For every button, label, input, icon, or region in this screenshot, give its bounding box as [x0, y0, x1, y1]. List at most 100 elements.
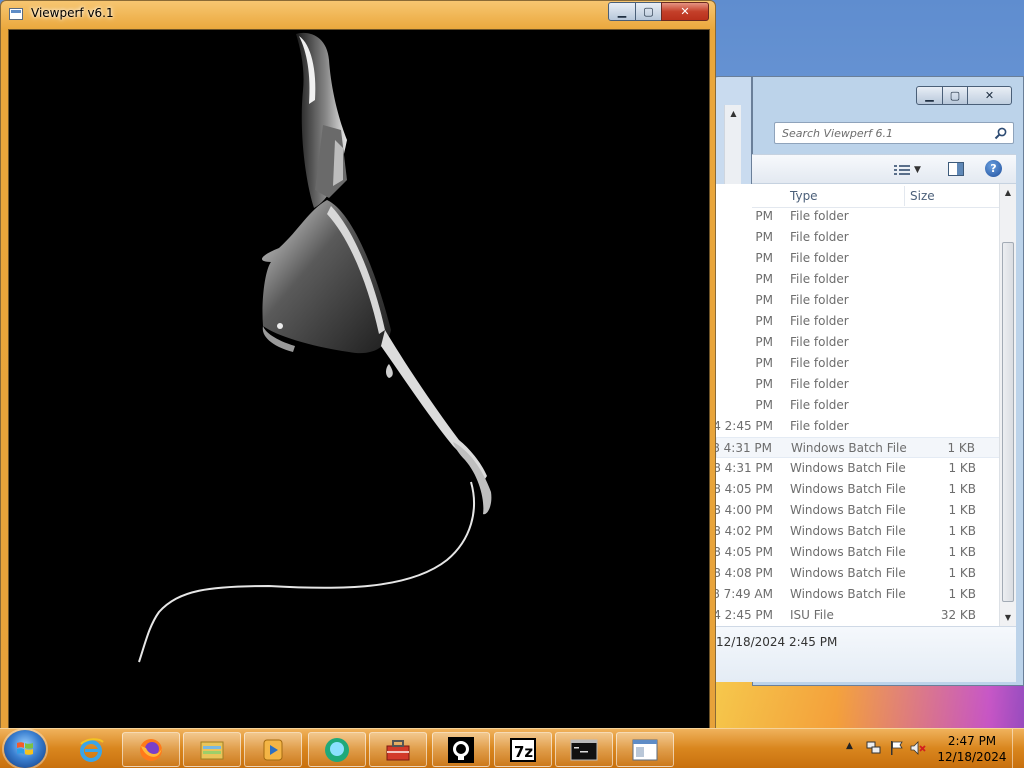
- file-size: 1 KB: [948, 482, 976, 496]
- toolbox-icon: [386, 739, 410, 760]
- maximize-button[interactable]: ▢: [635, 2, 662, 21]
- file-size: 1 KB: [948, 587, 976, 601]
- minimize-button[interactable]: ▁: [608, 2, 636, 21]
- viewperf-window: Viewperf v6.1 ▁ ▢ ✕: [0, 0, 716, 732]
- taskbar-github[interactable]: [432, 732, 490, 767]
- app-window-icon[interactable]: [9, 8, 23, 20]
- window-title: Viewperf v6.1: [31, 6, 114, 20]
- show-desktop-button[interactable]: [1012, 729, 1024, 768]
- list-item[interactable]: 98 4:05 PM Windows Batch File 1 KB: [706, 479, 1000, 500]
- list-item[interactable]: PM File folder: [716, 206, 1000, 227]
- preview-pane-icon[interactable]: [948, 162, 964, 176]
- file-type: ISU File: [790, 608, 834, 622]
- list-item[interactable]: 98 4:05 PM Windows Batch File 1 KB: [706, 542, 1000, 563]
- taskbar-messenger[interactable]: [308, 732, 366, 767]
- list-item[interactable]: PM File folder: [716, 353, 1000, 374]
- list-item[interactable]: 98 4:31 PM Windows Batch File 1 KB: [705, 437, 1000, 458]
- folder-icon: [200, 741, 224, 759]
- command-prompt-icon: [570, 739, 598, 760]
- viewperf-titlebar[interactable]: Viewperf v6.1 ▁ ▢ ✕: [1, 1, 715, 27]
- file-size: 1 KB: [948, 566, 976, 580]
- column-separator[interactable]: [904, 186, 905, 206]
- file-date: PM: [755, 230, 773, 244]
- taskbar-windows-explorer[interactable]: [183, 732, 241, 767]
- opengl-viewport[interactable]: [8, 29, 710, 729]
- taskbar-internet-explorer[interactable]: [62, 732, 120, 767]
- file-type: File folder: [790, 356, 849, 370]
- list-item[interactable]: PM File folder: [716, 227, 1000, 248]
- column-header-row: Type Size: [752, 184, 1000, 208]
- list-item[interactable]: 98 4:00 PM Windows Batch File 1 KB: [706, 500, 1000, 521]
- taskbar-firefox[interactable]: [122, 732, 180, 767]
- explorer-maximize-button[interactable]: ▢: [942, 86, 968, 105]
- list-item[interactable]: 98 4:02 PM Windows Batch File 1 KB: [706, 521, 1000, 542]
- column-header-size[interactable]: Size: [910, 189, 935, 203]
- explorer-minimize-button[interactable]: ▁: [916, 86, 943, 105]
- list-item[interactable]: 98 4:08 PM Windows Batch File 1 KB: [706, 563, 1000, 584]
- taskbar-toolbox[interactable]: [369, 732, 427, 767]
- internet-explorer-icon: [80, 737, 104, 762]
- windows-logo-icon: [17, 742, 33, 755]
- details-view-icon: [894, 165, 910, 175]
- viewperf-window-icon: [632, 739, 658, 760]
- change-view-button[interactable]: ▼: [894, 162, 928, 178]
- list-item[interactable]: 98 7:49 AM Windows Batch File 1 KB: [705, 584, 1000, 605]
- file-type: File folder: [790, 398, 849, 412]
- show-hidden-icons-icon[interactable]: ▲: [846, 741, 853, 751]
- file-size: 32 KB: [940, 608, 976, 622]
- file-list: PM File folder PM File folder PM File folder P…: [705, 206, 1000, 626]
- taskbar: 7z ▲ 2:47 PM 12/18/2024: [0, 728, 1024, 768]
- close-button[interactable]: ✕: [661, 2, 709, 21]
- file-type: Windows Batch File: [790, 503, 906, 517]
- file-date: PM: [755, 356, 773, 370]
- list-item[interactable]: PM File folder: [716, 311, 1000, 332]
- file-date: PM: [755, 251, 773, 265]
- action-center-flag-icon[interactable]: [888, 740, 904, 756]
- scroll-up-arrow-icon[interactable]: ▲: [1000, 184, 1016, 201]
- column-header-type[interactable]: Type: [790, 189, 818, 203]
- list-item[interactable]: 24 2:45 PM ISU File 32 KB: [706, 605, 1000, 626]
- file-type: File folder: [790, 230, 849, 244]
- file-type: File folder: [790, 272, 849, 286]
- file-date: PM: [755, 209, 773, 223]
- list-item[interactable]: 24 2:45 PM File folder: [706, 416, 1000, 437]
- start-button[interactable]: [4, 730, 46, 768]
- list-item[interactable]: PM File folder: [716, 332, 1000, 353]
- scrollbar-thumb[interactable]: [1002, 242, 1014, 602]
- taskbar-viewperf[interactable]: [616, 732, 674, 767]
- search-icon[interactable]: [994, 127, 1007, 140]
- file-type: Windows Batch File: [790, 461, 906, 475]
- file-type: Windows Batch File: [790, 524, 906, 538]
- file-list-scrollbar[interactable]: ▲ ▼: [999, 184, 1016, 626]
- svg-text:7z: 7z: [514, 743, 533, 761]
- taskbar-command-prompt[interactable]: [555, 732, 613, 767]
- explorer-close-button[interactable]: ✕: [967, 86, 1012, 105]
- search-input[interactable]: Search Viewperf 6.1: [774, 122, 1014, 144]
- list-item[interactable]: PM File folder: [716, 269, 1000, 290]
- file-type: Windows Batch File: [790, 566, 906, 580]
- list-item[interactable]: PM File folder: [716, 248, 1000, 269]
- scroll-up-arrow-icon[interactable]: ▲: [725, 105, 742, 122]
- help-icon[interactable]: ?: [985, 160, 1002, 177]
- file-type: Windows Batch File: [790, 545, 906, 559]
- github-icon: [448, 736, 474, 763]
- volume-muted-icon[interactable]: [910, 740, 926, 756]
- file-type: File folder: [790, 293, 849, 307]
- scroll-down-arrow-icon[interactable]: ▼: [1000, 609, 1016, 626]
- file-date: PM: [755, 314, 773, 328]
- list-item[interactable]: PM File folder: [716, 290, 1000, 311]
- rendered-headset-model: [138, 32, 492, 663]
- file-type: File folder: [790, 335, 849, 349]
- details-pane: 12/18/2024 2:45 PM: [716, 626, 1016, 682]
- list-item[interactable]: PM File folder: [716, 395, 1000, 416]
- explorer-titlebar[interactable]: ▁ ▢ ✕: [752, 86, 1024, 112]
- chevron-down-icon: ▼: [914, 165, 921, 175]
- taskbar-7zip[interactable]: 7z: [494, 732, 552, 767]
- system-clock[interactable]: 2:47 PM 12/18/2024: [932, 733, 1012, 765]
- list-item[interactable]: PM File folder: [716, 374, 1000, 395]
- network-icon[interactable]: [866, 740, 882, 756]
- file-type: File folder: [790, 209, 849, 223]
- list-item[interactable]: 98 4:31 PM Windows Batch File 1 KB: [706, 458, 1000, 479]
- media-player-icon: [263, 739, 283, 760]
- taskbar-media-player[interactable]: [244, 732, 302, 767]
